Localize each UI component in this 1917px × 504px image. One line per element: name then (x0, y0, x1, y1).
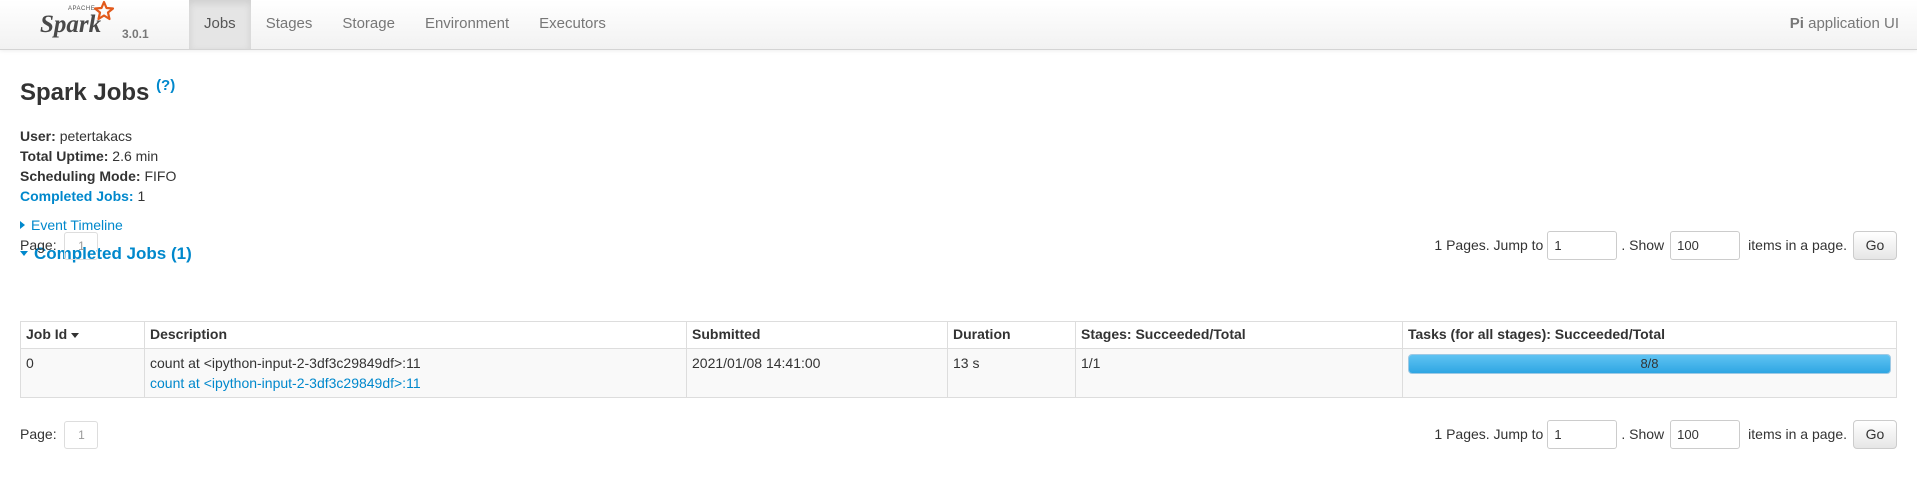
tab-storage[interactable]: Storage (327, 0, 410, 49)
items-text: items in a page. (1748, 237, 1847, 253)
completed-jobs-table: Job Id Description Submitted Duration St… (20, 321, 1897, 398)
jump-to-page-input[interactable] (1547, 230, 1618, 260)
progress-label: 8/8 (1640, 356, 1659, 371)
go-button-bottom[interactable]: Go (1853, 419, 1897, 449)
table-header-row: Job Id Description Submitted Duration St… (20, 321, 1897, 349)
header-tasks[interactable]: Tasks (for all stages): Succeeded/Total (1402, 321, 1897, 349)
page-indicator-bottom: Page: 1 (20, 419, 99, 450)
top-navbar: APACHE Spark 3.0.1 Jobs Stages Storage E… (0, 0, 1917, 50)
completed-jobs-link[interactable]: Completed Jobs: (20, 188, 134, 204)
go-button[interactable]: Go (1853, 230, 1897, 260)
main-nav-tabs: Jobs Stages Storage Environment Executor… (189, 0, 621, 49)
cell-tasks: 8/8 (1402, 348, 1897, 398)
tab-jobs[interactable]: Jobs (189, 0, 251, 49)
spark-version: 3.0.1 (122, 27, 149, 41)
description-link[interactable]: count at <ipython-input-2-3df3c29849df>:… (150, 375, 421, 391)
items-text-bottom: items in a page. (1748, 426, 1847, 442)
page-size-input-bottom[interactable] (1670, 419, 1741, 449)
arrow-right-icon (20, 221, 25, 230)
summary-scheduling-mode: Scheduling Mode: FIFO (20, 168, 177, 184)
show-text: . Show (1621, 237, 1665, 253)
page-label: Page: (20, 237, 57, 253)
header-stages[interactable]: Stages: Succeeded/Total (1075, 321, 1403, 349)
completed-jobs-count: 1 (137, 188, 146, 204)
page-number-button[interactable]: 1 (64, 232, 99, 261)
header-submitted[interactable]: Submitted (686, 321, 948, 349)
show-text-bottom: . Show (1621, 426, 1665, 442)
table-row: 0 count at <ipython-input-2-3df3c29849df… (20, 348, 1897, 398)
page-indicator-top: Page: 1 (20, 230, 99, 261)
page-title-text: Spark Jobs (20, 79, 150, 106)
header-job-id[interactable]: Job Id (20, 321, 145, 349)
job-summary: User: petertakacs Total Uptime: 2.6 min … (20, 126, 176, 206)
summary-completed-jobs[interactable]: Completed Jobs: 1 (20, 186, 176, 206)
cell-stages: 1/1 (1075, 348, 1403, 398)
spark-logo-icon: APACHE Spark (40, 0, 115, 38)
spark-logo[interactable]: APACHE Spark 3.0.1 (38, 0, 158, 50)
application-name-bold: Pi (1789, 15, 1804, 32)
help-tooltip[interactable]: (?) (156, 77, 175, 94)
summary-user: User: petertakacs (20, 128, 133, 144)
page-label-bottom: Page: (20, 426, 57, 442)
scheduling-mode-value: FIFO (144, 168, 177, 184)
pagination-bottom: Page: 1 1 Pages. Jump to . Show items in… (20, 419, 1897, 450)
uptime-value: 2.6 min (112, 148, 159, 164)
tab-environment[interactable]: Environment (410, 0, 524, 49)
page-controls-bottom: 1 Pages. Jump to . Show items in a page.… (1434, 419, 1897, 449)
help-link[interactable]: (?) (156, 77, 175, 94)
description-text: count at <ipython-input-2-3df3c29849df>:… (150, 355, 421, 371)
page-title: Spark Jobs (?) (20, 77, 175, 107)
application-name: Pi application UI (1790, 0, 1899, 49)
sort-desc-icon (71, 332, 80, 338)
pagination-top: Page: 1 1 Pages. Jump to . Show items in… (20, 230, 1897, 261)
tab-executors[interactable]: Executors (524, 0, 621, 49)
svg-text:Spark: Spark (40, 11, 102, 38)
pages-text: 1 Pages. Jump to (1434, 237, 1544, 253)
application-name-rest: application UI (1803, 15, 1899, 32)
header-description[interactable]: Description (144, 321, 687, 349)
cell-submitted: 2021/01/08 14:41:00 (686, 348, 948, 398)
header-duration[interactable]: Duration (947, 321, 1076, 349)
summary-uptime: Total Uptime: 2.6 min (20, 148, 159, 164)
page-controls-top: 1 Pages. Jump to . Show items in a page.… (1434, 230, 1897, 260)
cell-duration: 13 s (947, 348, 1076, 398)
tasks-progress-bar: 8/8 (1408, 354, 1891, 374)
cell-job-id: 0 (20, 348, 145, 398)
pages-text-bottom: 1 Pages. Jump to (1434, 426, 1544, 442)
page-number-button-bottom[interactable]: 1 (64, 421, 99, 450)
jump-to-page-input-bottom[interactable] (1547, 419, 1618, 449)
tab-stages[interactable]: Stages (251, 0, 328, 49)
page-size-input[interactable] (1670, 230, 1741, 260)
user-value: petertakacs (59, 128, 133, 144)
cell-description: count at <ipython-input-2-3df3c29849df>:… (144, 348, 687, 398)
